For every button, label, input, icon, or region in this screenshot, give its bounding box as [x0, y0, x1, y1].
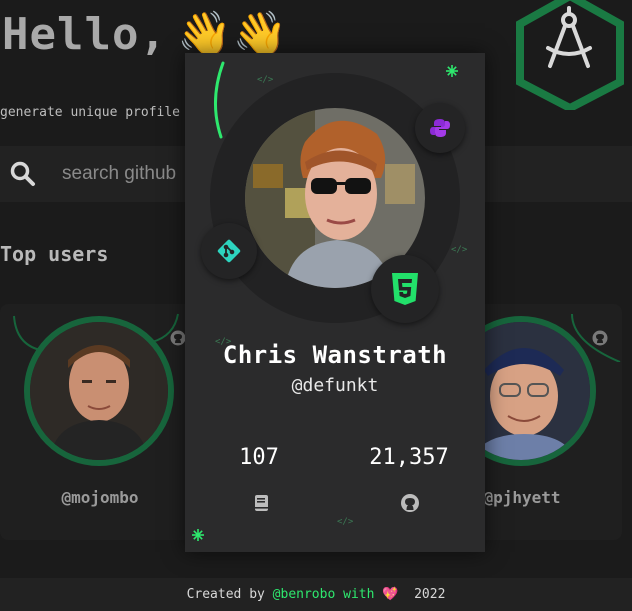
top-users-heading: Top users: [0, 242, 109, 266]
git-badge: [201, 223, 257, 279]
code-icon: </>: [451, 245, 468, 255]
footer-prefix: Created by: [186, 587, 273, 602]
code-icon: </>: [257, 75, 274, 85]
footer-with: with: [335, 587, 383, 602]
html5-icon: [392, 273, 418, 305]
profile-name: Chris Wanstrath: [222, 341, 448, 369]
github-icon[interactable]: [592, 330, 608, 350]
book-icon[interactable]: [251, 493, 271, 513]
html5-badge: [371, 255, 439, 323]
footer-year: 2022: [398, 587, 446, 602]
author-link[interactable]: @benrobo: [273, 587, 336, 602]
python-badge: [415, 103, 465, 153]
code-icon: </>: [337, 517, 354, 527]
followers-count: 21,357: [369, 445, 449, 470]
repos-count: 107: [239, 445, 279, 470]
sparkle-icon: [192, 529, 204, 541]
compass-icon: [516, 0, 624, 110]
heart-icon: 💖: [382, 587, 399, 602]
git-icon: [217, 239, 241, 263]
sparkle-icon: [446, 65, 458, 77]
profile-card: </> </> </> </> Chris Wanstrath @defunkt…: [185, 53, 485, 552]
github-icon[interactable]: [400, 493, 420, 513]
github-icon[interactable]: [170, 330, 186, 350]
footer: Created by @benrobo with 💖 2022: [0, 578, 632, 611]
hero-subtitle: generate unique profile: [0, 105, 181, 120]
search-icon[interactable]: [0, 146, 46, 202]
profile-username: @defunkt: [291, 375, 379, 396]
user-card-mojombo[interactable]: @mojombo: [0, 304, 200, 540]
user-handle[interactable]: @mojombo: [0, 488, 200, 507]
python-icon: [430, 119, 450, 137]
hero-greeting: Hello,: [2, 9, 167, 60]
avatar: [24, 316, 174, 466]
